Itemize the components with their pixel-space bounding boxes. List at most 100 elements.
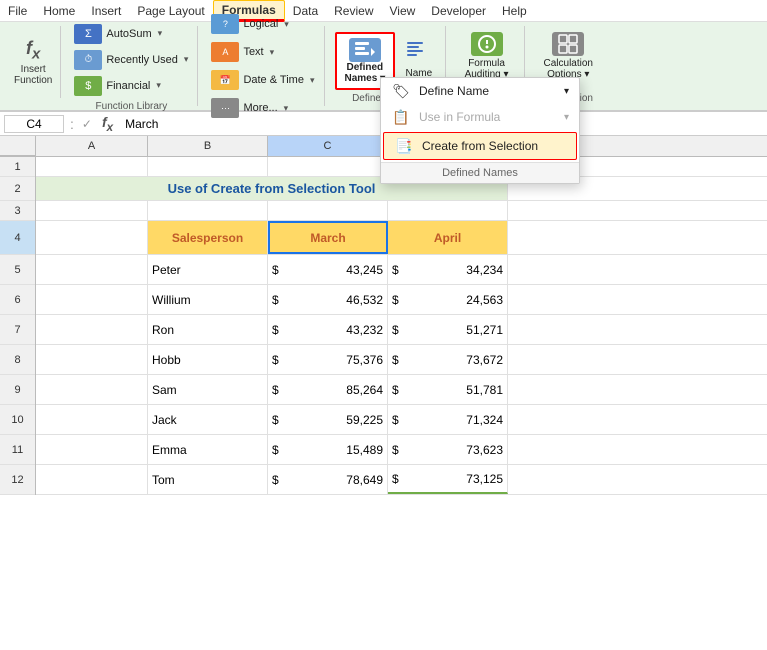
menu-insert[interactable]: Insert — [83, 2, 129, 20]
define-name-arrow: ▾ — [564, 86, 569, 97]
cell-a7[interactable] — [36, 315, 148, 344]
cell-a11[interactable] — [36, 435, 148, 464]
dropdown-section-label: Defined Names — [381, 162, 579, 183]
cell-c6[interactable]: $46,532 — [268, 285, 388, 314]
cell-a10[interactable] — [36, 405, 148, 434]
row-header-4: 4 — [0, 221, 35, 255]
cell-b4[interactable]: Salesperson — [148, 221, 268, 254]
cell-c3[interactable] — [268, 201, 388, 220]
financial-icon: $ — [74, 76, 102, 96]
more-functions-btn[interactable]: ⋯ More... ▾ — [206, 95, 319, 121]
row-header-8: 8 — [0, 345, 35, 375]
cell-b6[interactable]: Willium — [148, 285, 268, 314]
grid-row-3 — [36, 201, 767, 221]
cell-c5[interactable]: $43,245 — [268, 255, 388, 284]
col-header-a: A — [36, 136, 148, 156]
calculation-options-icon — [552, 32, 584, 56]
defined-names-icon — [349, 38, 381, 62]
menu-help[interactable]: Help — [494, 2, 535, 20]
cell-a5[interactable] — [36, 255, 148, 284]
cell-d5[interactable]: $34,234 — [388, 255, 508, 284]
col-header-c: C — [268, 136, 388, 156]
cell-b9[interactable]: Sam — [148, 375, 268, 404]
cell-a9[interactable] — [36, 375, 148, 404]
grid: Use of Create from Selection Tool Salesp… — [36, 157, 767, 495]
cell-c11[interactable]: $15,489 — [268, 435, 388, 464]
formula-auditing-btn[interactable]: FormulaAuditing ▾ — [458, 28, 516, 84]
cell-b7[interactable]: Ron — [148, 315, 268, 344]
cell-d12[interactable]: $73,125 — [388, 465, 508, 494]
financial-btn[interactable]: $ Financial ▾ — [69, 73, 193, 99]
autosum-btn[interactable]: Σ AutoSum ▾ — [69, 21, 193, 47]
datetime-icon: 📅 — [211, 70, 239, 90]
text-btn[interactable]: A Text ▾ — [206, 39, 319, 65]
function-library-group: Σ AutoSum ▾ ⏱ Recently Used ▾ $ Financia… — [65, 26, 198, 106]
cell-c7[interactable]: $43,232 — [268, 315, 388, 344]
col-header-b: B — [148, 136, 268, 156]
name-manager-btn[interactable] — [401, 32, 437, 68]
cell-reference[interactable] — [4, 115, 64, 133]
cell-c1[interactable] — [268, 157, 388, 176]
fx-icon: fx — [26, 38, 40, 63]
logical-arrow: ▾ — [284, 19, 289, 30]
cell-d9[interactable]: $51,781 — [388, 375, 508, 404]
corner-spacer — [0, 136, 36, 156]
cell-a1[interactable] — [36, 157, 148, 176]
financial-arrow: ▾ — [156, 80, 161, 91]
cell-c4[interactable]: March — [268, 221, 388, 254]
sheet-body: 1 2 3 4 5 6 7 8 9 10 11 12 Use of Creat — [0, 157, 767, 495]
cell-b12[interactable]: Tom — [148, 465, 268, 494]
row-header-9: 9 — [0, 375, 35, 405]
cell-b5[interactable]: Peter — [148, 255, 268, 284]
cell-b8[interactable]: Hobb — [148, 345, 268, 374]
cell-c10[interactable]: $59,225 — [268, 405, 388, 434]
cell-b11[interactable]: Emma — [148, 435, 268, 464]
menu-page-layout[interactable]: Page Layout — [129, 2, 212, 20]
check-icon: ✓ — [80, 117, 94, 131]
calculation-options-btn[interactable]: CalculationOptions ▾ — [537, 28, 600, 84]
cell-d10[interactable]: $71,324 — [388, 405, 508, 434]
menu-view[interactable]: View — [382, 2, 424, 20]
cell-b1[interactable] — [148, 157, 268, 176]
logical-btn[interactable]: ? Logical ▾ — [206, 11, 319, 37]
cell-a12[interactable] — [36, 465, 148, 494]
datetime-btn[interactable]: 📅 Date & Time ▾ — [206, 67, 319, 93]
cell-b3[interactable] — [148, 201, 268, 220]
cell-d6[interactable]: $24,563 — [388, 285, 508, 314]
cell-d11[interactable]: $73,623 — [388, 435, 508, 464]
cell-d7[interactable]: $51,271 — [388, 315, 508, 344]
insert-function-btn[interactable]: fx InsertFunction — [6, 26, 61, 98]
menu-file[interactable]: File — [0, 2, 35, 20]
cell-c12[interactable]: $78,649 — [268, 465, 388, 494]
insert-function-label: InsertFunction — [14, 64, 52, 86]
grid-row-5: Peter $43,245 $34,234 — [36, 255, 767, 285]
recently-used-btn[interactable]: ⏱ Recently Used ▾ — [69, 47, 193, 73]
function-library-label: Function Library — [69, 101, 193, 112]
cell-c9[interactable]: $85,264 — [268, 375, 388, 404]
cell-a6[interactable] — [36, 285, 148, 314]
more-functions-arrow: ▾ — [284, 103, 289, 114]
cell-a4[interactable] — [36, 221, 148, 254]
cell-b10[interactable]: Jack — [148, 405, 268, 434]
logical-icon: ? — [211, 14, 239, 34]
row-header-12: 12 — [0, 465, 35, 495]
row-header-11: 11 — [0, 435, 35, 465]
cell-d4[interactable]: April — [388, 221, 508, 254]
autosum-arrow: ▾ — [158, 28, 163, 39]
dropdown-menu: 🏷 Define Name ▾ 📋 Use in Formula ▾ 📑 Cre… — [380, 77, 580, 184]
create-from-selection-item[interactable]: 📑 Create from Selection — [383, 132, 577, 160]
use-in-formula-icon: 📋 — [391, 109, 411, 125]
menu-developer[interactable]: Developer — [423, 2, 494, 20]
define-name-item[interactable]: 🏷 Define Name ▾ — [381, 78, 579, 104]
cell-d3[interactable] — [388, 201, 508, 220]
spreadsheet: A B C D 1 2 3 4 5 6 7 8 9 10 11 12 — [0, 136, 767, 495]
formula-bar-separator: : — [68, 116, 76, 132]
menu-review[interactable]: Review — [326, 2, 381, 20]
cell-c8[interactable]: $75,376 — [268, 345, 388, 374]
row-header-1: 1 — [0, 157, 35, 177]
cell-a3[interactable] — [36, 201, 148, 220]
cell-d8[interactable]: $73,672 — [388, 345, 508, 374]
cell-a8[interactable] — [36, 345, 148, 374]
menu-home[interactable]: Home — [35, 2, 83, 20]
ribbon: fx InsertFunction Σ AutoSum ▾ ⏱ Recently… — [0, 22, 767, 112]
